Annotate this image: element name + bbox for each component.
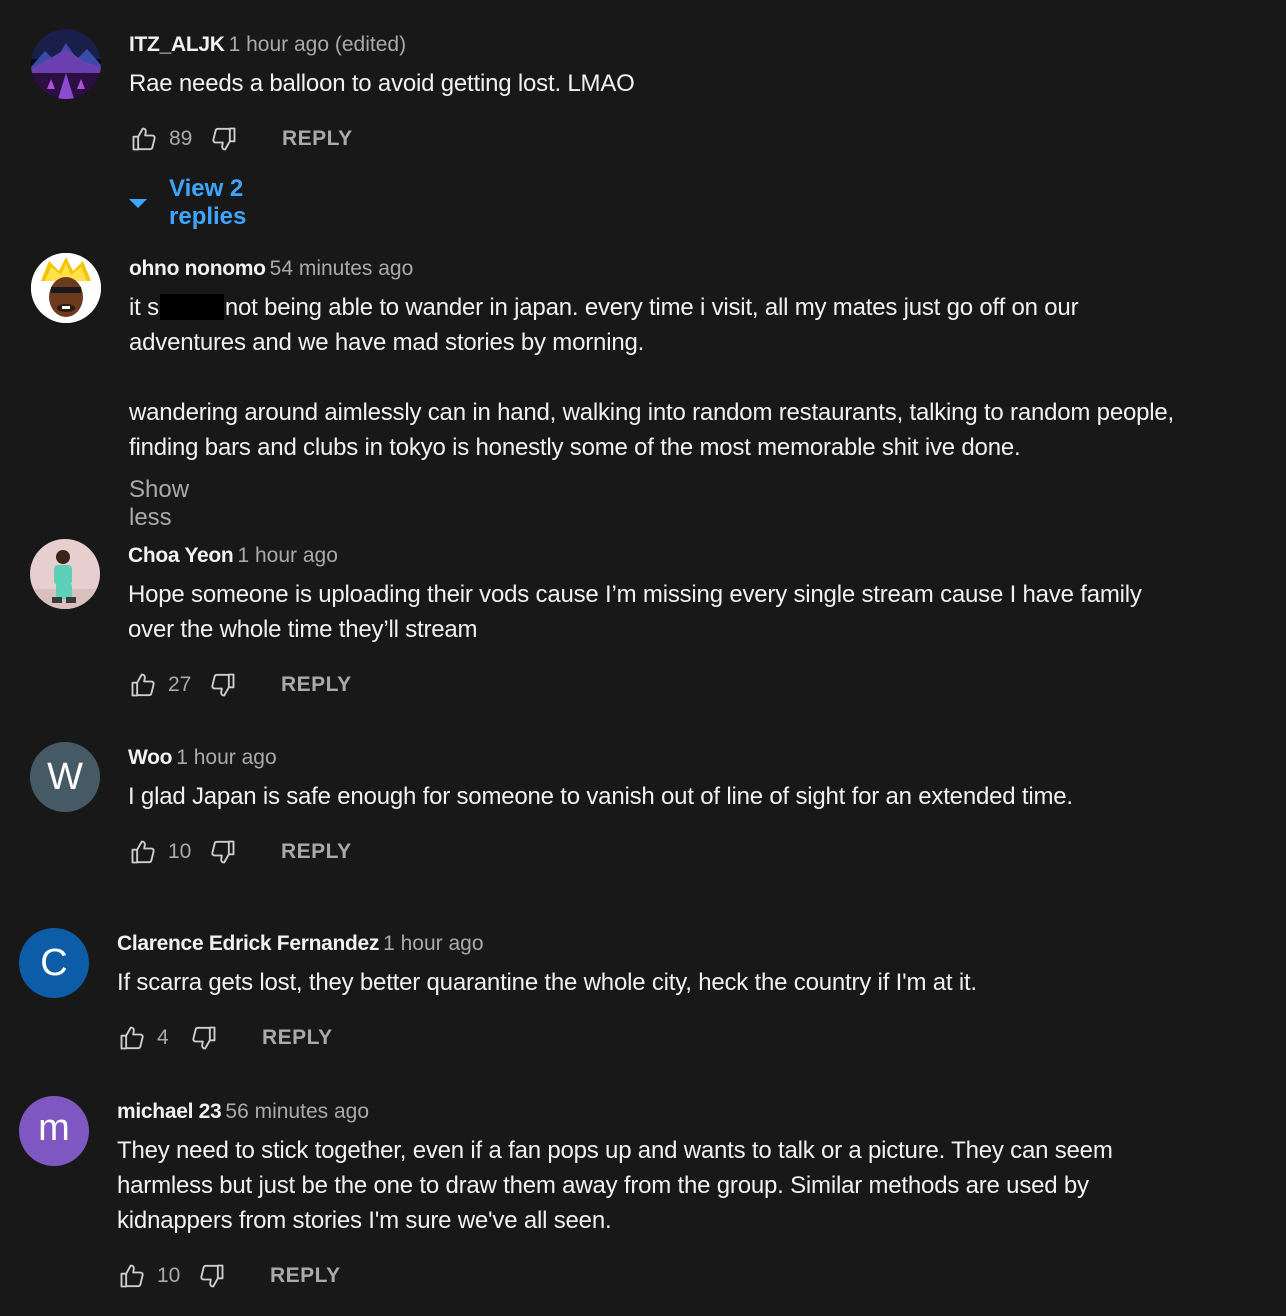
redaction-box [159, 294, 224, 320]
thumbs-down-icon[interactable] [208, 670, 238, 700]
comment-line-start: it s [129, 294, 159, 321]
like-count: 10 [168, 840, 192, 863]
comment-time[interactable]: 1 hour ago [383, 932, 483, 955]
reply-button[interactable]: REPLY [281, 840, 352, 864]
thumbs-down-icon[interactable] [197, 1261, 227, 1291]
thumbs-up-icon[interactable] [128, 837, 158, 867]
like-count: 89 [169, 127, 193, 150]
comment-header: Clarence Edrick Fernandez 1 hour ago [117, 931, 484, 957]
comment-actions: 27 REPLY [128, 670, 352, 700]
comment-text: Hope someone is uploading their vods cau… [128, 577, 1142, 647]
comment-time[interactable]: 54 minutes ago [270, 257, 414, 280]
author-name[interactable]: Clarence Edrick Fernandez [117, 932, 379, 955]
comment-line: over the whole time they’ll stream [128, 616, 478, 643]
comment-actions: 4 REPLY [117, 1023, 333, 1053]
show-less-button[interactable]: Show less [129, 476, 189, 532]
author-name[interactable]: ITZ_ALJK [129, 33, 225, 56]
avatar[interactable] [30, 539, 100, 609]
thumbs-up-icon[interactable] [129, 124, 159, 154]
like-count: 10 [157, 1264, 181, 1287]
comment-time[interactable]: 1 hour ago [176, 746, 276, 769]
like-count: 4 [157, 1026, 169, 1049]
avatar-image [31, 253, 101, 323]
comment-text: Rae needs a balloon to avoid getting los… [129, 66, 635, 101]
comment-text: They need to stick together, even if a f… [117, 1133, 1113, 1238]
comment-actions: 89 REPLY [129, 124, 353, 154]
avatar-letter: W [47, 756, 83, 798]
view-replies-label: View 2 replies [169, 175, 247, 230]
comment-header: michael 23 56 minutes ago [117, 1099, 369, 1125]
avatar[interactable] [31, 29, 101, 99]
avatar-letter: C [40, 942, 68, 984]
comment-header: Choa Yeon 1 hour ago [128, 543, 338, 569]
comment-header: ohno nonomo 54 minutes ago [129, 256, 413, 282]
avatar[interactable] [31, 253, 101, 323]
comment-text: I glad Japan is safe enough for someone … [128, 779, 1073, 814]
comment-line: If scarra gets lost, they better quarant… [117, 969, 977, 996]
comment-header: Woo 1 hour ago [128, 745, 277, 771]
comment-line: Hope someone is uploading their vods cau… [128, 581, 1142, 608]
thumbs-up-icon[interactable] [117, 1261, 147, 1291]
avatar[interactable]: C [19, 928, 89, 998]
comment-line-end: not being able to wander in japan. every… [224, 294, 1079, 321]
thumbs-up-icon[interactable] [128, 670, 158, 700]
thumbs-down-icon[interactable] [208, 837, 238, 867]
reply-button[interactable]: REPLY [262, 1026, 333, 1050]
comment-text: it s not being able to wander in japan. e… [129, 290, 1174, 465]
comment-actions: 10 REPLY [117, 1261, 341, 1291]
comment-line: They need to stick together, even if a f… [117, 1137, 1113, 1164]
author-name[interactable]: ohno nonomo [129, 257, 266, 280]
reply-button[interactable]: REPLY [270, 1264, 341, 1288]
like-count: 27 [168, 673, 192, 696]
thumbs-up-icon[interactable] [117, 1023, 147, 1053]
avatar-image [31, 29, 101, 99]
avatar[interactable]: W [30, 742, 100, 812]
comment-line: kidnappers from stories I'm sure we've a… [117, 1207, 612, 1234]
author-name[interactable]: Choa Yeon [128, 544, 234, 567]
comment-header: ITZ_ALJK 1 hour ago (edited) [129, 32, 406, 58]
caret-down-icon [129, 198, 147, 208]
comment-line: Rae needs a balloon to avoid getting los… [129, 70, 635, 97]
comment-line: I glad Japan is safe enough for someone … [128, 783, 1073, 810]
view-replies-button[interactable]: View 2 replies [129, 175, 246, 231]
comment-line: adventures and we have mad stories by mo… [129, 329, 645, 356]
comment-line: it s not being able to wander in japan. e… [129, 290, 1174, 325]
comment-time[interactable]: 56 minutes ago [225, 1100, 369, 1123]
comment-actions: 10 REPLY [128, 837, 352, 867]
comment-time[interactable]: 1 hour ago (edited) [229, 33, 406, 56]
comment-text: If scarra gets lost, they better quarant… [117, 965, 977, 1000]
avatar-image [30, 539, 100, 609]
avatar[interactable]: m [19, 1096, 89, 1166]
comment-line: wandering around aimlessly can in hand, … [129, 399, 1175, 426]
author-name[interactable]: Woo [128, 746, 173, 769]
thumbs-down-icon[interactable] [189, 1023, 219, 1053]
thumbs-down-icon[interactable] [209, 124, 239, 154]
avatar-letter: m [38, 1107, 70, 1149]
reply-button[interactable]: REPLY [281, 673, 352, 697]
author-name[interactable]: michael 23 [117, 1100, 222, 1123]
comment-line: harmless but just be the one to draw the… [117, 1172, 1089, 1199]
comment-time[interactable]: 1 hour ago [237, 544, 337, 567]
reply-button[interactable]: REPLY [282, 127, 353, 151]
comment-line: finding bars and clubs in tokyo is hones… [129, 434, 1021, 461]
